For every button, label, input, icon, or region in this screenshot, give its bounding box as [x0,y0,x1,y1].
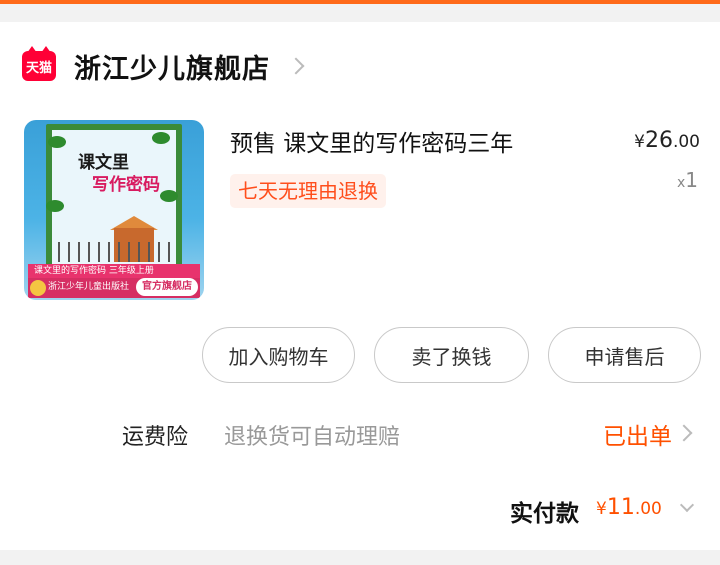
tmall-icon: 天猫 [22,46,56,81]
store-header[interactable]: 天猫 浙江少儿旗舰店 [22,46,305,86]
price-decimal: .00 [672,132,700,152]
book-title-line2: 写作密码 [92,175,160,195]
tmall-badge-text: 天猫 [25,60,52,76]
return-policy-tag: 七天无理由退换 [230,174,386,208]
product-quantity: x1 [677,168,698,192]
freight-insurance-desc: 退换货可自动理赔 [224,425,401,450]
leaf-decoration [152,132,170,144]
leaf-decoration [160,190,178,202]
price-currency: ¥ [634,132,645,152]
add-to-cart-button[interactable]: 加入购物车 [202,327,355,383]
book-strip: 课文里的写作密码 三年级上册 [28,264,200,278]
official-store-badge: 官方旗舰店 [136,278,198,296]
publisher-logo-icon [30,280,46,296]
book-cover: 课文里 写作密码 [46,124,182,272]
product-price: ¥26.00 [634,128,700,153]
publisher-name: 浙江少年儿童出版社 [48,282,130,292]
payment-decimal: .00 [634,499,662,519]
freight-insurance-status[interactable]: 已出单 [603,417,672,451]
section-gap-bottom [0,550,720,565]
leaf-decoration [48,136,66,148]
section-gap-top [0,4,720,22]
freight-insurance-label: 运费险 [122,425,189,450]
actual-payment-label: 实付款 [510,501,579,527]
product-title[interactable]: 预售 课文里的写作密码三年 [230,124,590,158]
sell-for-cash-button[interactable]: 卖了换钱 [374,327,529,383]
product-image[interactable]: 课文里 写作密码 课文里的写作密码 三年级上册 浙江少年儿童出版社 官方旗舰店 [24,120,204,300]
price-integer: 26 [644,128,673,153]
after-sales-button[interactable]: 申请售后 [548,327,701,383]
store-name[interactable]: 浙江少儿旗舰店 [74,47,270,86]
fence-illustration [58,242,178,262]
chevron-right-icon[interactable] [287,57,305,75]
payment-currency: ¥ [596,499,607,519]
payment-integer: 11 [606,495,635,520]
leaf-decoration [46,200,64,212]
actual-payment-amount[interactable]: ¥11.00 [596,495,662,520]
quantity-value: 1 [685,168,698,192]
